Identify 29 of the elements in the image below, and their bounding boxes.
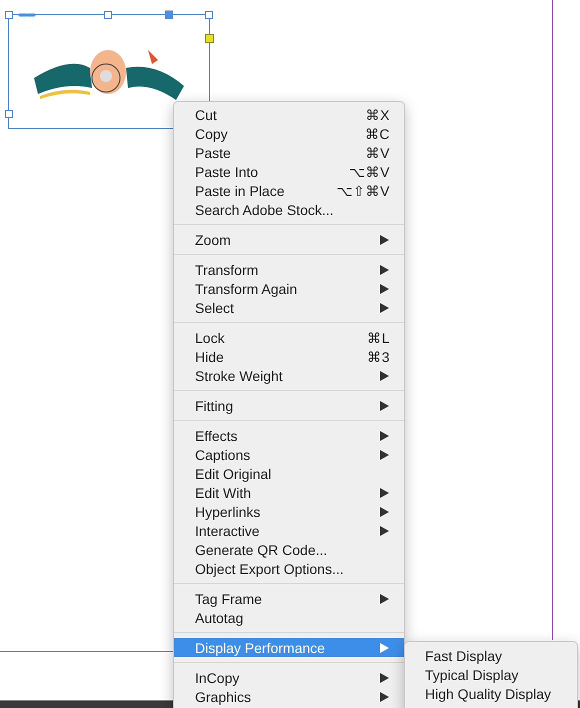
menu-item[interactable]: Interactive [174, 521, 404, 540]
menu-item[interactable]: Cut ⌘X [174, 105, 404, 124]
menu-item[interactable]: Fast Display [405, 646, 577, 665]
menu-item[interactable]: Autotag [174, 608, 404, 627]
menu-item[interactable]: Search Adobe Stock... [174, 200, 404, 219]
menu-item[interactable]: InCopy [174, 668, 404, 687]
menu-item[interactable]: Stroke Weight [174, 366, 404, 385]
menu-item[interactable]: Transform Again [174, 279, 404, 298]
menu-item[interactable]: Transform [174, 260, 404, 279]
menu-item[interactable]: High Quality Display [405, 684, 577, 703]
menu-item[interactable]: Object Export Options... [174, 559, 404, 578]
menu-item[interactable]: Select [174, 298, 404, 317]
menu-item[interactable]: Graphics [174, 687, 404, 706]
menu-item[interactable]: Hyperlinks [174, 502, 404, 521]
menu-item[interactable]: Fitting [174, 396, 404, 415]
menu-item[interactable]: Paste in Place ⌥⇧⌘V [174, 181, 404, 200]
menu-item[interactable]: Paste ⌘V [174, 143, 404, 162]
menu-item[interactable]: Tag Frame [174, 589, 404, 608]
menu-item[interactable]: Edit With [174, 483, 404, 502]
menu-item[interactable]: Hide ⌘3 [174, 347, 404, 366]
menu-item[interactable]: Paste Into ⌥⌘V [174, 162, 404, 181]
menu-item[interactable]: Edit Original [174, 464, 404, 483]
menu-item[interactable]: Captions [174, 445, 404, 464]
menu-item[interactable]: Copy ⌘C [174, 124, 404, 143]
menu-item[interactable]: Lock ⌘L [174, 328, 404, 347]
menu-item[interactable]: Effects [174, 426, 404, 445]
menu-item[interactable]: Zoom [174, 230, 404, 249]
menu-item[interactable]: Generate QR Code... [174, 540, 404, 559]
menu-item[interactable]: Typical Display [405, 665, 577, 684]
